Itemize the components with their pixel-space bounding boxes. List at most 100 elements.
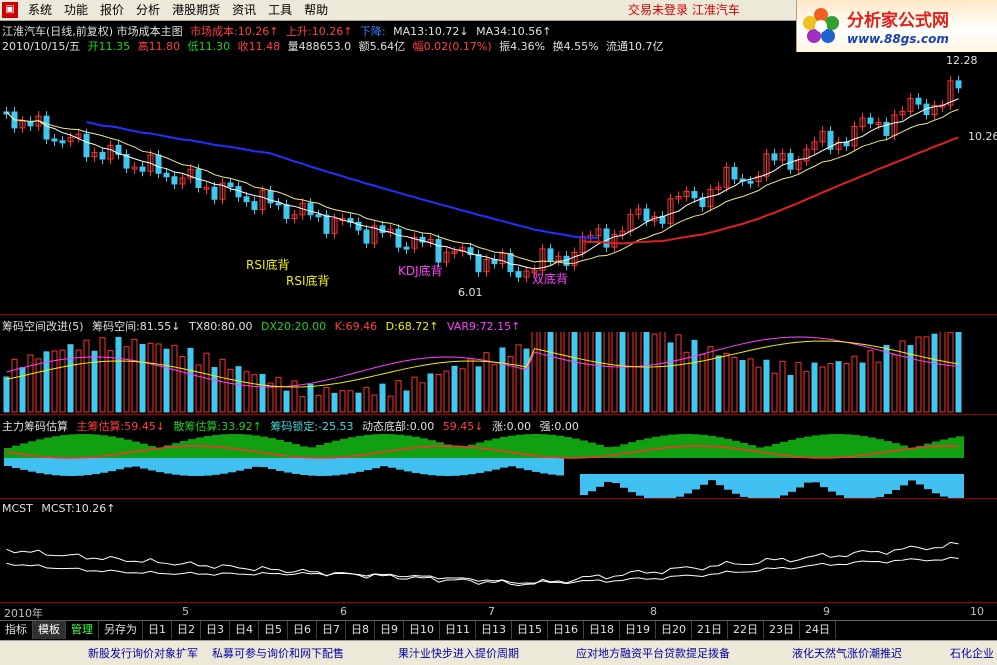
tab-8[interactable]: 日5 (259, 621, 288, 639)
lock-chip-area (452, 458, 460, 476)
lock-chip-area (220, 458, 228, 474)
ticker-item[interactable]: 石化企业 (950, 645, 994, 661)
menu-function[interactable]: 功能 (58, 0, 94, 20)
tab-19[interactable]: 日19 (620, 621, 656, 639)
loose-chip-area (36, 439, 44, 458)
tab-22[interactable]: 22日 (728, 621, 764, 639)
loose-chip-area (84, 434, 92, 458)
ticker-item[interactable]: 私募可参与询价和网下配售 (212, 645, 344, 661)
chip-bar (211, 367, 218, 413)
chip-bar (931, 333, 938, 413)
pane-separator[interactable] (0, 498, 997, 499)
lock-chip-area (612, 474, 620, 483)
tab-15[interactable]: 日13 (476, 621, 512, 639)
ticker-item[interactable]: 果汁业快步进入提价周期 (398, 645, 519, 661)
lock-chip-area (28, 458, 36, 472)
loose-chip-area (924, 443, 932, 458)
menu-news[interactable]: 资讯 (226, 0, 262, 20)
tab-21[interactable]: 21日 (692, 621, 728, 639)
chip-bar (147, 342, 154, 413)
tab-3[interactable]: 另存为 (99, 621, 143, 639)
tab-5[interactable]: 日2 (172, 621, 201, 639)
pane-separator[interactable] (0, 314, 997, 315)
chip-bar (27, 354, 34, 413)
candle-body (547, 248, 554, 262)
tab-2[interactable]: 管理 (66, 621, 99, 639)
ticker-item[interactable]: 新股发行询价对象扩军 (88, 645, 198, 661)
tab-24[interactable]: 24日 (800, 621, 836, 639)
chip-bar (603, 332, 610, 413)
menu-help[interactable]: 帮助 (298, 0, 334, 20)
tab-20[interactable]: 日20 (656, 621, 692, 639)
tab-9[interactable]: 日6 (288, 621, 317, 639)
pane4-title: MCST (2, 502, 33, 515)
chip-bar (435, 373, 442, 413)
lock-chip-area (540, 458, 548, 474)
tab-18[interactable]: 日18 (584, 621, 620, 639)
chip-bar (251, 374, 258, 413)
lock-chip-area (276, 458, 284, 471)
lock-chip-area (924, 474, 932, 490)
tab-7[interactable]: 日4 (230, 621, 259, 639)
tab-12[interactable]: 日9 (375, 621, 404, 639)
loose-chip-area (332, 440, 340, 458)
menu-quote[interactable]: 报价 (94, 0, 130, 20)
loose-chip-area (900, 445, 908, 458)
app-icon[interactable]: ▣ (2, 2, 18, 18)
tab-0[interactable]: 指标 (0, 621, 33, 639)
chip-bar (219, 358, 226, 413)
lock-chip-area (12, 458, 20, 468)
tab-13[interactable]: 日10 (404, 621, 440, 639)
ticker-item[interactable]: 应对地方融资平台贷款提足拨备 (576, 645, 730, 661)
tab-1[interactable]: 模板 (33, 621, 66, 639)
menu-tools[interactable]: 工具 (262, 0, 298, 20)
candle-body (99, 151, 106, 160)
chip-bar (179, 356, 186, 413)
tab-16[interactable]: 日15 (512, 621, 548, 639)
lock-chip-area (468, 458, 476, 475)
lock-chip-area (892, 474, 900, 491)
pane-separator[interactable] (0, 414, 997, 415)
loose-chip-area (52, 436, 60, 458)
candlestick-chart[interactable] (0, 52, 997, 314)
main-chip-chart[interactable] (0, 432, 997, 498)
mcst-chart[interactable] (0, 516, 997, 602)
chip-bar (787, 374, 794, 413)
loose-chip-area (340, 438, 348, 458)
tab-11[interactable]: 日8 (346, 621, 375, 639)
chip-bar (379, 383, 386, 413)
lock-chip-area (132, 458, 140, 467)
loose-chip-area (188, 439, 196, 458)
chip-bar (35, 358, 42, 413)
tab-10[interactable]: 日7 (317, 621, 346, 639)
chip-bar (339, 390, 346, 413)
menu-analysis[interactable]: 分析 (130, 0, 166, 20)
chip-space-chart[interactable] (0, 332, 997, 414)
chip-bar (731, 356, 738, 413)
lock-chip-area (420, 458, 428, 475)
chip-bar (747, 358, 754, 413)
chip-bar (19, 367, 26, 413)
candle-body (363, 229, 370, 244)
lock-chip-area (108, 458, 116, 472)
tab-14[interactable]: 日11 (440, 621, 476, 639)
tab-6[interactable]: 日3 (201, 621, 230, 639)
login-status: 交易未登录 江淮汽车 (628, 3, 740, 17)
tab-23[interactable]: 23日 (764, 621, 800, 639)
lock-chip-area (172, 458, 180, 475)
loose-chip-area (196, 437, 204, 458)
candle-body (139, 166, 146, 172)
chip-bar (499, 347, 506, 413)
menu-hk-futures[interactable]: 港股期货 (166, 0, 226, 20)
menu-system[interactable]: 系统 (22, 0, 58, 20)
chip-bar (723, 353, 730, 413)
chip-bar (771, 372, 778, 413)
candle-body (771, 153, 778, 161)
loose-chip-area (308, 447, 316, 458)
lock-chip-area (596, 474, 604, 487)
chip-bar (627, 332, 634, 413)
tab-4[interactable]: 日1 (143, 621, 172, 639)
tab-17[interactable]: 日16 (548, 621, 584, 639)
ticker-item[interactable]: 液化天然气涨价潮推迟 (792, 645, 902, 661)
chip-bar (243, 371, 250, 413)
